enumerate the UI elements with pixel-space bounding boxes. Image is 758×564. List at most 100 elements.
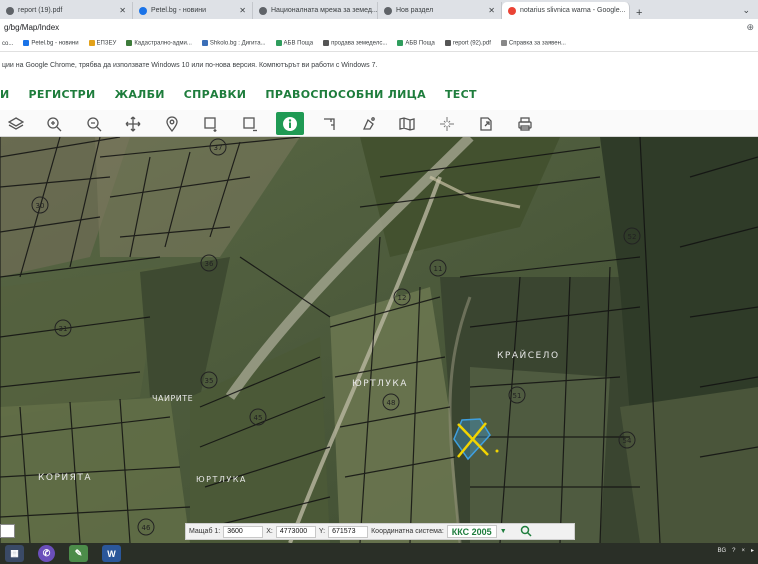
x-coordinate-field[interactable]: 4773000: [275, 525, 316, 538]
browser-tab[interactable]: Националната мрежа за земед...✕: [253, 2, 378, 19]
zoom-icon[interactable]: ⊕: [746, 22, 754, 33]
browser-tab[interactable]: Нов раздел ✕: [378, 2, 502, 19]
bookmark[interactable]: report (92).pdf: [444, 40, 491, 47]
map-icon[interactable]: [395, 112, 419, 135]
parcel-number[interactable]: 46: [142, 524, 151, 532]
help-icon[interactable]: ?: [732, 548, 735, 554]
close-icon[interactable]: ✕: [239, 6, 246, 15]
bookmark[interactable]: Справка за заявен...: [500, 40, 566, 47]
y-coordinate-field[interactable]: 671573: [328, 525, 369, 538]
volume-icon[interactable]: ▸: [751, 547, 754, 554]
window-controls[interactable]: ⌄: [734, 2, 758, 19]
bookmark[interactable]: Кадастрално-адми...: [126, 40, 192, 47]
network-icon[interactable]: ×: [741, 548, 745, 554]
zoom-in-icon[interactable]: [42, 112, 66, 135]
close-icon[interactable]: ✕: [119, 6, 126, 15]
info-icon[interactable]: [276, 112, 304, 135]
menu-item-test[interactable]: ТЕСТ: [445, 88, 477, 101]
export-icon[interactable]: [474, 112, 498, 135]
explorer-icon[interactable]: ▦: [5, 545, 24, 562]
select-minus-icon[interactable]: [238, 112, 262, 135]
parcel-number[interactable]: 30: [36, 202, 45, 210]
main-menu: И РЕГИСТРИ ЖАЛБИ СПРАВКИ ПРАВОСПОСОБНИ Л…: [0, 78, 758, 110]
parcel-number[interactable]: 37: [214, 144, 223, 152]
chrome-icon: [384, 6, 392, 15]
parcel-number[interactable]: 11: [434, 265, 443, 273]
tab-title: report (19).pdf: [18, 7, 63, 14]
bookmark[interactable]: АБВ Поща: [275, 40, 313, 47]
menu-item-registers[interactable]: РЕГИСТРИ: [29, 88, 96, 101]
menu-item[interactable]: И: [0, 88, 10, 101]
scale-label: Мащаб 1:: [189, 528, 221, 535]
close-icon[interactable]: ✕: [488, 6, 495, 15]
bookmark[interactable]: АБВ Поща: [397, 40, 435, 47]
new-tab-button[interactable]: +: [630, 7, 648, 19]
map-toolbar: [0, 110, 758, 137]
browser-tab[interactable]: Petel.bg - новини ✕: [133, 2, 253, 19]
print-icon[interactable]: [513, 112, 537, 135]
bookmark[interactable]: продава земеделс...: [323, 40, 387, 47]
place-label: ЮРТЛУКА: [196, 475, 247, 484]
coordinate-system-select[interactable]: ККС 2005: [446, 525, 497, 538]
menu-item-licensed-persons[interactable]: ПРАВОСПОСОБНИ ЛИЦА: [265, 88, 426, 101]
crosshair-icon[interactable]: [435, 112, 459, 135]
marker-icon[interactable]: [160, 112, 184, 135]
word-icon[interactable]: W: [102, 545, 121, 562]
place-label: КОРИЯТА: [38, 473, 92, 483]
bookmark[interactable]: Petel.bg - новини: [23, 40, 79, 47]
pdf-icon: [6, 6, 14, 15]
language-indicator[interactable]: BG: [717, 548, 726, 554]
parcel-number[interactable]: 48: [387, 399, 396, 407]
browser-tab-active[interactable]: notarius slivnica warna - Google...✕: [502, 2, 630, 19]
cadastral-map[interactable]: 37 30 36 31 35 45 46 48 11 12 52 54 51 К…: [0, 137, 758, 543]
menu-item-references[interactable]: СПРАВКИ: [184, 88, 247, 101]
zoom-out-icon[interactable]: [82, 112, 106, 135]
tab-title: Нов раздел: [396, 7, 434, 14]
os-notice: ции на Google Chrome, трябва да използва…: [0, 53, 758, 78]
bookmark[interactable]: co...: [2, 41, 13, 47]
map-scale-box[interactable]: [0, 524, 15, 538]
google-icon: [508, 6, 516, 15]
place-label: ЮРТЛУКА: [352, 379, 408, 389]
petel-icon: [139, 6, 147, 15]
tab-title: Националната мрежа за земед...: [271, 7, 378, 14]
coordinate-system-label: Координатна система:: [371, 528, 444, 535]
select-plus-icon[interactable]: [199, 112, 223, 135]
tab-title: Petel.bg - новини: [151, 7, 207, 14]
tab-title: notarius slivnica warna - Google...: [520, 7, 626, 14]
paint-icon[interactable]: ✎: [69, 545, 88, 562]
map-status-bar: Мащаб 1: 3600 X: 4773000 Y: 671573 Коорд…: [185, 523, 575, 540]
parcel-number[interactable]: 36: [205, 260, 214, 268]
address-bar[interactable]: g/bg/Map/Index ⊕: [0, 19, 758, 36]
parcel-number[interactable]: 31: [59, 325, 68, 333]
place-label: КРАЙСЕЛО: [497, 349, 560, 361]
parcel-number[interactable]: 12: [398, 294, 407, 302]
parcel-number[interactable]: 51: [513, 392, 522, 400]
map-canvas[interactable]: 37 30 36 31 35 45 46 48 11 12 52 54 51 К…: [0, 137, 758, 543]
parcel-number[interactable]: 52: [628, 233, 637, 241]
location-dot: [495, 449, 499, 453]
menu-item-complaints[interactable]: ЖАЛБИ: [115, 88, 165, 101]
globe-icon: [259, 6, 267, 15]
draw-icon[interactable]: [357, 112, 381, 135]
parcel-number[interactable]: 45: [254, 414, 263, 422]
bookmarks-bar: co... Petel.bg - новини ЕПЗЕУ Кадастралн…: [0, 36, 758, 52]
layers-icon[interactable]: [4, 112, 28, 135]
x-label: X:: [266, 528, 273, 535]
bookmark[interactable]: ЕПЗЕУ: [88, 40, 116, 47]
scale-input[interactable]: 3600: [223, 525, 264, 538]
browser-tab[interactable]: report (19).pdf ✕: [0, 2, 133, 19]
chevron-down-icon[interactable]: ▼: [500, 528, 507, 535]
search-icon[interactable]: [520, 525, 532, 539]
os-taskbar: ▦ ✆ ✎ W BG ? × ▸: [0, 543, 758, 564]
viber-icon[interactable]: ✆: [38, 545, 55, 562]
place-label: ЧАИРИТЕ: [152, 394, 193, 403]
parcel-number[interactable]: 35: [205, 377, 214, 385]
system-tray: BG ? × ▸: [717, 547, 754, 555]
bookmark[interactable]: Shkolo.bg : Дигита...: [201, 40, 266, 47]
parcel-number[interactable]: 54: [623, 437, 632, 445]
pan-icon[interactable]: [121, 112, 145, 135]
measure-icon[interactable]: [318, 112, 342, 135]
y-label: Y:: [318, 528, 326, 535]
url-text: g/bg/Map/Index: [4, 23, 60, 32]
